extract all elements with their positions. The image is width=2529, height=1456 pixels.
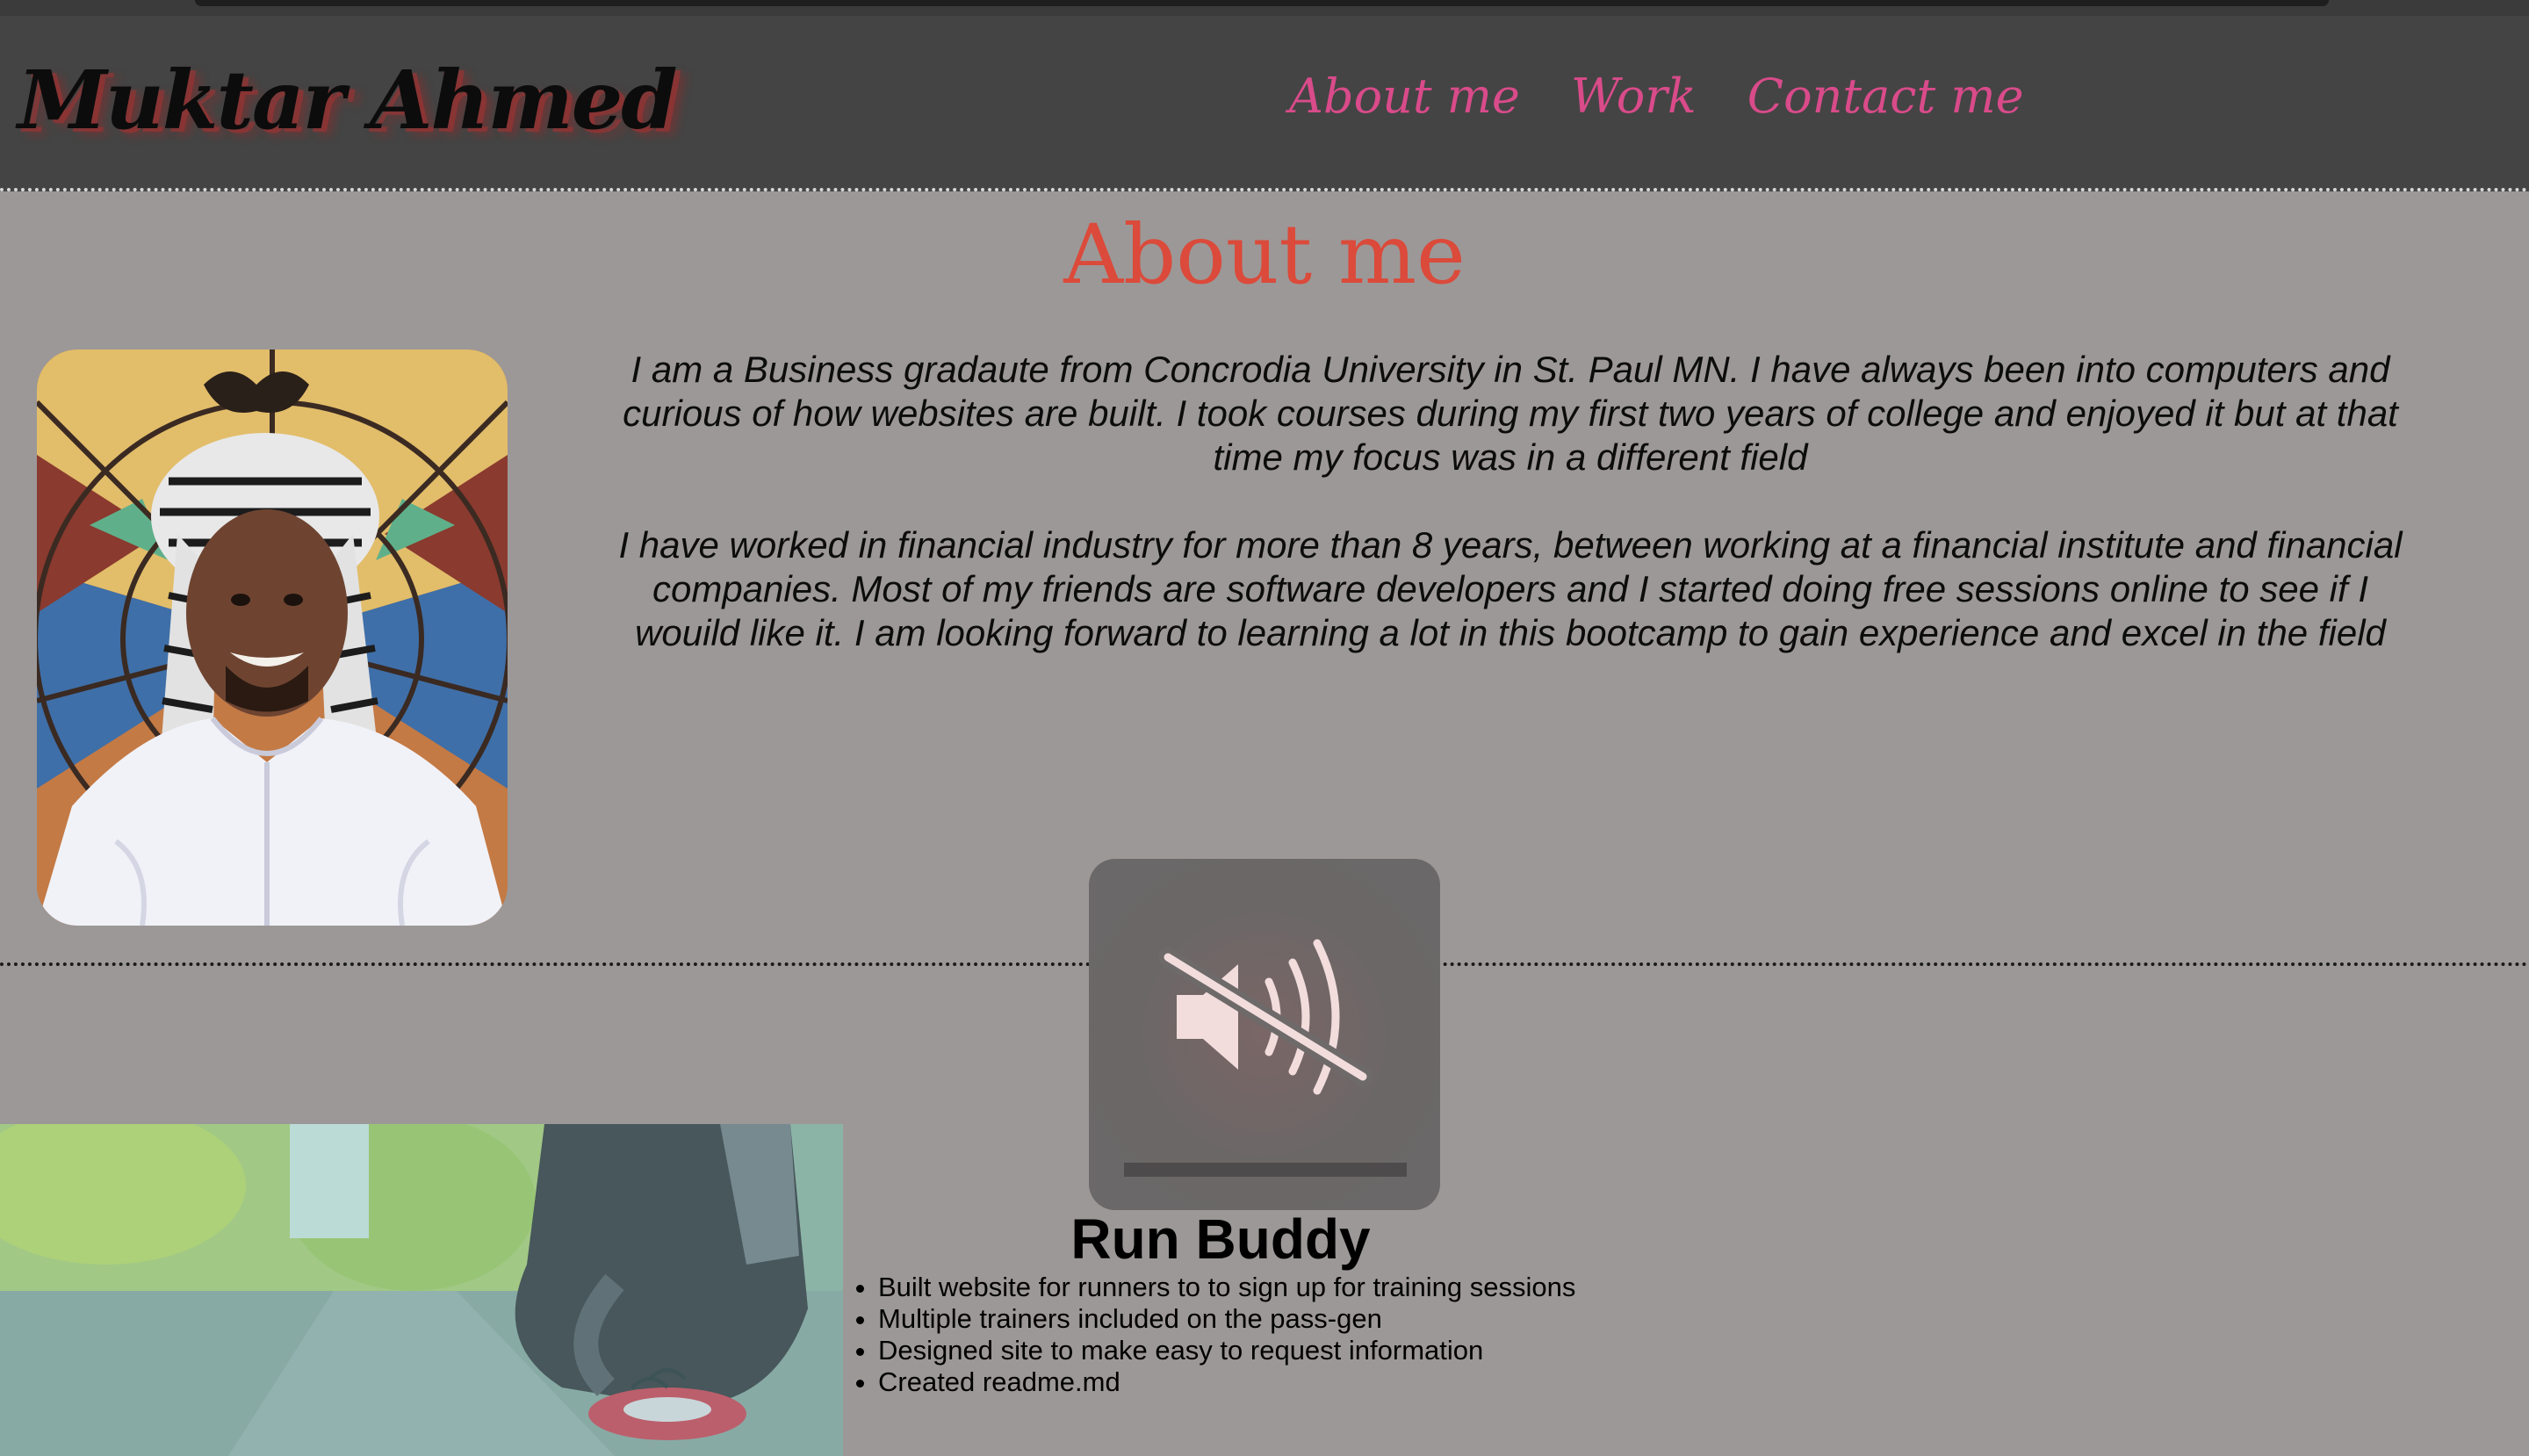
list-item: Created readme.md: [878, 1366, 1575, 1398]
project-title: Run Buddy: [1070, 1207, 1371, 1271]
main-nav: About me Work Contact me: [1289, 68, 2024, 124]
project-bullet-list: Built website for runners to to sign up …: [878, 1272, 1575, 1398]
list-item: Multiple trainers included on the pass-g…: [878, 1303, 1575, 1335]
speaker-muted-icon: [1158, 939, 1373, 1095]
nav-link-contact[interactable]: Contact me: [1747, 68, 2024, 124]
volume-muted-hud: [1089, 859, 1440, 1210]
nav-link-about[interactable]: About me: [1289, 68, 1520, 124]
site-brand[interactable]: Muktar Ahmed: [18, 53, 678, 148]
browser-top-strip: [0, 0, 2529, 16]
profile-photo: [37, 350, 508, 926]
bio-paragraph-education: I am a Business gradaute from Concrodia …: [623, 349, 2398, 478]
site-header: Muktar Ahmed About me Work Contact me: [0, 16, 2529, 191]
about-bio: I am a Business gradaute from Concrodia …: [606, 348, 2415, 699]
list-item: Designed site to make easy to request in…: [878, 1335, 1575, 1366]
nav-link-work[interactable]: Work: [1571, 68, 1697, 124]
run-buddy-project-image[interactable]: [0, 1124, 843, 1456]
volume-level-bar: [1124, 1163, 1407, 1177]
bio-paragraph-experience: I have worked in financial industry for …: [618, 524, 2403, 653]
list-item: Built website for runners to to sign up …: [878, 1272, 1575, 1303]
browser-top-bar: [195, 0, 2329, 6]
about-title: About me: [1063, 207, 1466, 303]
